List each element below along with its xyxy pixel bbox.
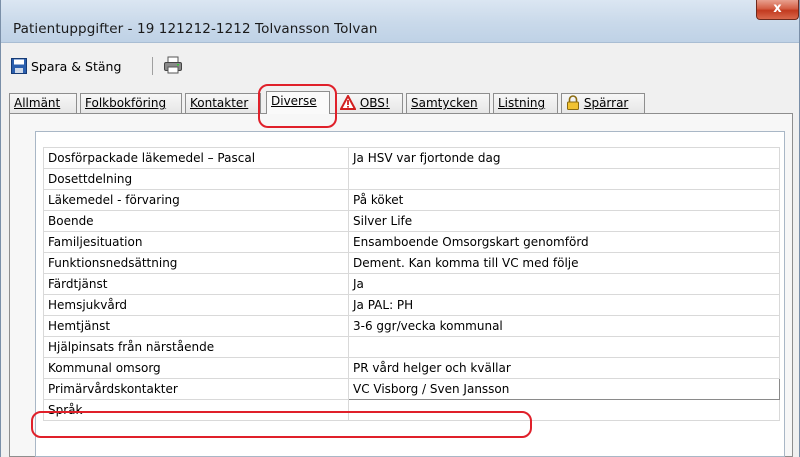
table-row[interactable]: Dosettdelning bbox=[43, 168, 780, 190]
tab-samtycken[interactable]: Samtycken bbox=[406, 93, 490, 113]
patient-details-grid: Dosförpackade läkemedel – Pascal Ja HSV … bbox=[43, 147, 780, 421]
row-value[interactable]: PR vård helger och kvällar bbox=[348, 357, 780, 379]
tab-allmant[interactable]: Allmänt bbox=[9, 93, 77, 113]
tab-kontakter[interactable]: Kontakter bbox=[185, 93, 261, 113]
row-value[interactable]: Ja bbox=[348, 273, 780, 295]
tab-obs[interactable]: OBS! bbox=[335, 93, 403, 113]
table-row[interactable]: Färdtjänst Ja bbox=[43, 273, 780, 295]
row-value[interactable]: VC Visborg / Sven Jansson bbox=[348, 378, 780, 400]
table-row[interactable]: Primärvårdskontakter VC Visborg / Sven J… bbox=[43, 378, 780, 400]
row-label: Dosettdelning bbox=[43, 168, 349, 190]
row-label: Hemtjänst bbox=[43, 315, 349, 337]
tab-label: OBS! bbox=[359, 96, 390, 110]
row-value[interactable]: På köket bbox=[348, 189, 780, 211]
row-value[interactable]: Ja PAL: PH bbox=[348, 294, 780, 316]
save-and-close-label: Spara & Stäng bbox=[31, 58, 122, 74]
table-row[interactable]: Familjesituation Ensamboende Omsorgskart… bbox=[43, 231, 780, 253]
table-row[interactable]: Hemtjänst 3-6 ggr/vecka kommunal bbox=[43, 315, 780, 337]
tab-diverse[interactable]: Diverse bbox=[266, 91, 330, 114]
table-row[interactable]: Boende Silver Life bbox=[43, 210, 780, 232]
tab-folkbokforing[interactable]: Folkbokföring bbox=[80, 93, 182, 113]
tab-label: Allmänt bbox=[14, 96, 61, 110]
toolbar: Spara & Stäng bbox=[1, 52, 799, 80]
close-button[interactable]: x bbox=[756, 0, 799, 20]
save-icon bbox=[11, 58, 27, 74]
row-value[interactable]: Ja HSV var fjortonde dag bbox=[348, 147, 780, 169]
row-label: Dosförpackade läkemedel – Pascal bbox=[43, 147, 349, 169]
patient-details-window: Patientuppgifter - 19 121212-1212 Tolvan… bbox=[0, 0, 800, 457]
table-row[interactable]: Funktionsnedsättning Dement. Kan komma t… bbox=[43, 252, 780, 274]
row-label: Hjälpinsats från närstående bbox=[43, 336, 349, 358]
title-bar[interactable]: Patientuppgifter - 19 121212-1212 Tolvan… bbox=[1, 0, 799, 43]
tab-label: Kontakter bbox=[190, 96, 249, 110]
table-row[interactable]: Kommunal omsorg PR vård helger och kväll… bbox=[43, 357, 780, 379]
row-value[interactable]: 3-6 ggr/vecka kommunal bbox=[348, 315, 780, 337]
tab-sparrar[interactable]: Spärrar bbox=[561, 93, 645, 113]
row-label: Hemsjukvård bbox=[43, 294, 349, 316]
printer-icon bbox=[164, 56, 182, 74]
tab-label: Folkbokföring bbox=[85, 96, 167, 110]
row-value[interactable]: Ensamboende Omsorgskart genomförd bbox=[348, 231, 780, 253]
row-label: Boende bbox=[43, 210, 349, 232]
row-value[interactable] bbox=[348, 336, 780, 358]
table-row[interactable]: Läkemedel - förvaring På köket bbox=[43, 189, 780, 211]
tab-listning[interactable]: Listning bbox=[493, 93, 558, 113]
tab-strip: Allmänt Folkbokföring Kontakter Diverse … bbox=[9, 91, 799, 114]
row-value[interactable] bbox=[348, 168, 780, 190]
window-title: Patientuppgifter - 19 121212-1212 Tolvan… bbox=[13, 21, 378, 37]
toolbar-separator bbox=[152, 57, 153, 75]
row-label: Familjesituation bbox=[43, 231, 349, 253]
table-row[interactable]: Hemsjukvård Ja PAL: PH bbox=[43, 294, 780, 316]
row-value[interactable]: Dement. Kan komma till VC med följe bbox=[348, 252, 780, 274]
row-label: Primärvårdskontakter bbox=[43, 378, 349, 400]
tab-label: Spärrar bbox=[583, 96, 629, 110]
row-label: Färdtjänst bbox=[43, 273, 349, 295]
warning-icon bbox=[339, 93, 357, 110]
row-label: Funktionsnedsättning bbox=[43, 252, 349, 274]
save-and-close-button[interactable]: Spara & Stäng bbox=[11, 57, 121, 75]
tab-label: Listning bbox=[498, 96, 546, 110]
row-value[interactable]: Silver Life bbox=[348, 210, 780, 232]
tab-label: Samtycken bbox=[411, 96, 478, 110]
lock-icon bbox=[567, 95, 579, 110]
tab-label: Diverse bbox=[271, 94, 317, 108]
row-label: Kommunal omsorg bbox=[43, 357, 349, 379]
row-label: Läkemedel - förvaring bbox=[43, 189, 349, 211]
close-icon: x bbox=[773, 1, 782, 16]
table-row[interactable]: Dosförpackade läkemedel – Pascal Ja HSV … bbox=[43, 147, 780, 169]
table-row[interactable]: Hjälpinsats från närstående bbox=[43, 336, 780, 358]
primary-care-row-highlight bbox=[31, 411, 532, 438]
print-button[interactable] bbox=[163, 56, 183, 77]
